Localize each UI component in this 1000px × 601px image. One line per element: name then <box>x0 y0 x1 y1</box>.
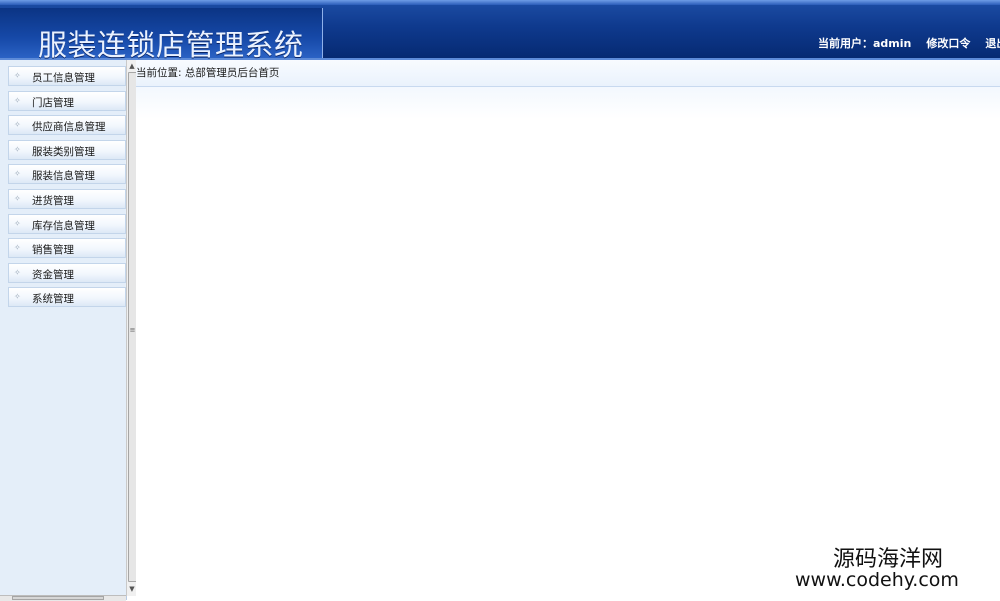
sidebar-item-store[interactable]: ✧ 门店管理 <box>8 90 126 111</box>
scroll-grip-icon: ≡ <box>129 326 136 334</box>
sidebar-item-label: 资金管理 <box>32 268 74 281</box>
bullet-icon: ✧ <box>14 95 21 105</box>
logo-area: 服装连锁店管理系统 <box>0 8 323 62</box>
main-content <box>136 119 1000 600</box>
sidebar-item-label: 系统管理 <box>32 293 74 306</box>
sidebar-item-funds[interactable]: ✧ 资金管理 <box>8 262 126 283</box>
sidebar-item-clothing-info[interactable]: ✧ 服装信息管理 <box>8 164 126 185</box>
bullet-icon: ✧ <box>14 144 21 154</box>
bullet-icon: ✧ <box>14 169 21 179</box>
sidebar-item-clothing-category[interactable]: ✧ 服装类别管理 <box>8 139 126 160</box>
app-title: 服装连锁店管理系统 <box>38 28 304 62</box>
change-password-link[interactable]: 修改口令 <box>926 37 970 50</box>
sidebar-item-label: 服装类别管理 <box>32 145 95 158</box>
user-bar: 当前用户：admin 修改口令 退出系统 <box>818 35 1000 51</box>
sidebar-item-label: 服装信息管理 <box>32 170 95 183</box>
sidebar-item-label: 销售管理 <box>32 244 74 257</box>
sidebar-item-inventory[interactable]: ✧ 库存信息管理 <box>8 213 126 234</box>
bullet-icon: ✧ <box>14 243 21 253</box>
sidebar-item-supplier[interactable]: ✧ 供应商信息管理 <box>8 115 126 136</box>
sidebar-item-employee[interactable]: ✧ 员工信息管理 <box>8 66 126 86</box>
sidebar-item-label: 门店管理 <box>32 96 74 109</box>
breadcrumb-bar: 当前位置: 总部管理员后台首页 <box>136 60 1000 87</box>
horizontal-scrollbar-thumb[interactable] <box>12 596 104 600</box>
breadcrumb: 当前位置: 总部管理员后台首页 <box>136 67 280 79</box>
bullet-icon: ✧ <box>14 292 21 302</box>
watermark-url: www.codehy.com <box>795 569 959 591</box>
sidebar-item-label: 员工信息管理 <box>32 72 95 84</box>
bullet-icon: ✧ <box>14 193 21 203</box>
header-top-line <box>0 0 1000 5</box>
bullet-icon: ✧ <box>14 218 21 228</box>
bullet-icon: ✧ <box>14 71 21 80</box>
sidebar-item-label: 供应商信息管理 <box>32 121 106 134</box>
sidebar: ✧ 员工信息管理 ✧ 门店管理 ✧ 供应商信息管理 ✧ 服装类别管理 ✧ 服装信… <box>0 60 127 600</box>
sidebar-item-label: 库存信息管理 <box>32 219 95 232</box>
sidebar-item-purchase[interactable]: ✧ 进货管理 <box>8 188 126 209</box>
current-user-label: 当前用户：admin <box>818 37 912 50</box>
header-banner: 服装连锁店管理系统 当前用户：admin 修改口令 退出系统 <box>0 0 1000 62</box>
logout-link[interactable]: 退出系统 <box>985 37 1000 50</box>
sidebar-item-sales[interactable]: ✧ 销售管理 <box>8 238 126 259</box>
sidebar-horizontal-scrollbar[interactable] <box>0 595 126 601</box>
bullet-icon: ✧ <box>14 120 21 130</box>
bullet-icon: ✧ <box>14 267 21 277</box>
sidebar-item-system[interactable]: ✧ 系统管理 <box>8 287 126 308</box>
content-toolbar <box>136 87 1000 119</box>
sidebar-item-label: 进货管理 <box>32 194 74 207</box>
sidebar-menu: ✧ 员工信息管理 ✧ 门店管理 ✧ 供应商信息管理 ✧ 服装类别管理 ✧ 服装信… <box>8 66 126 312</box>
